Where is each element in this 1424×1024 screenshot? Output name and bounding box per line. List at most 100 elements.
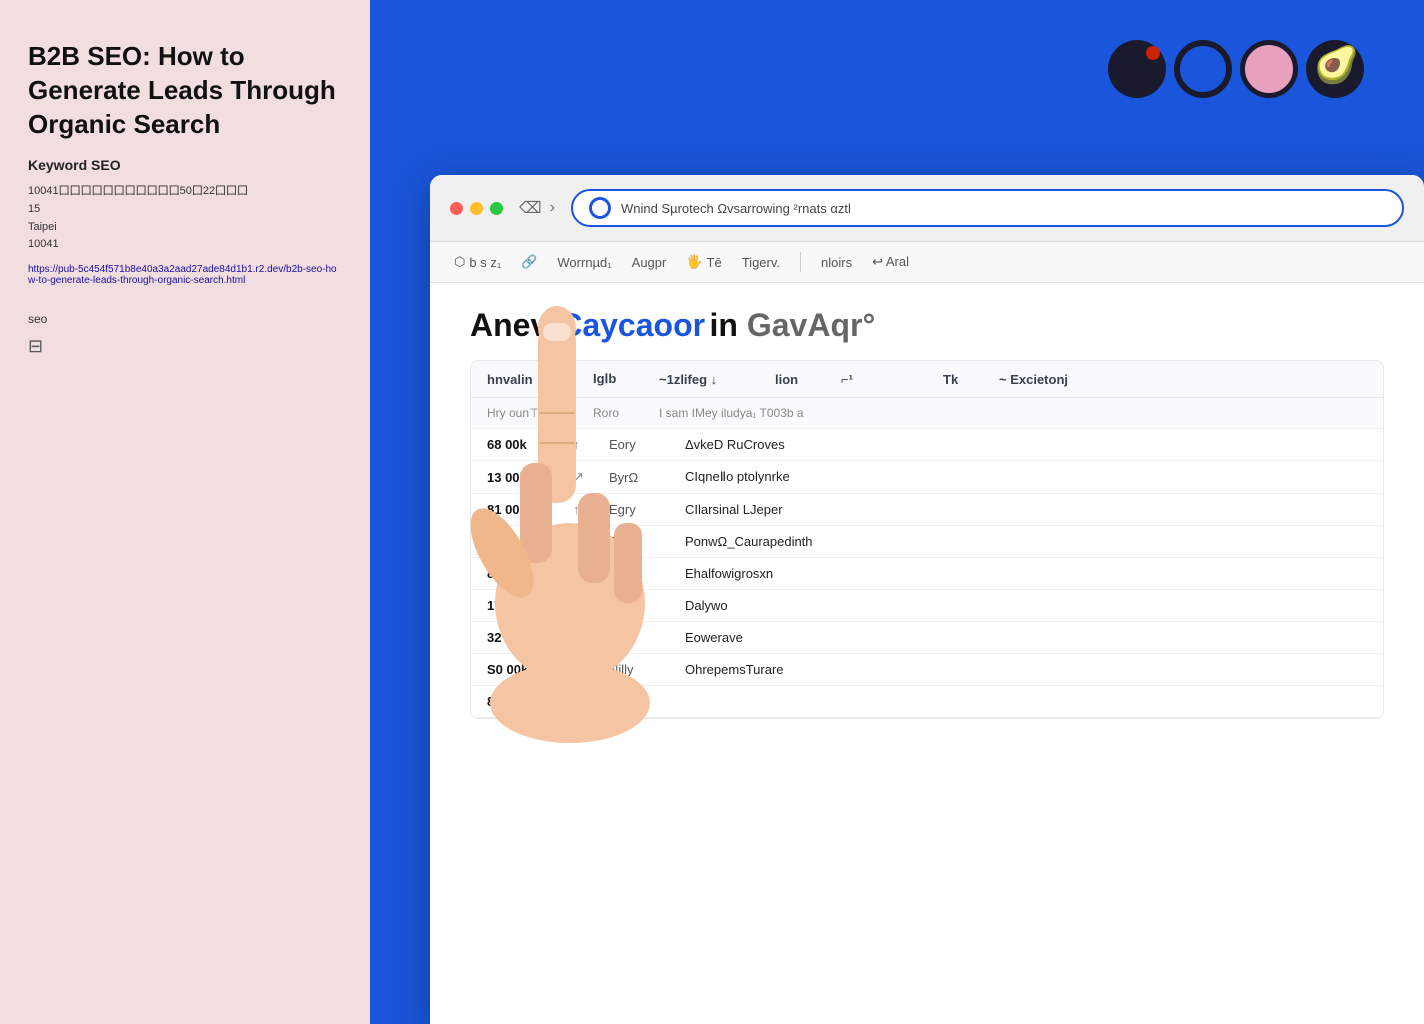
td-num: 32 00k [487,630,557,645]
tl-red[interactable] [450,202,463,215]
table-subheader: Hry oun⊤ Roro I sam IMey iludya₁ T003b a [471,398,1383,429]
browser-toolbar: ⬡ b s z₁ 🔗 Worrnµd₁ Augpr 🖐 Tē Tigerv. n… [430,242,1424,283]
toolbar-label-tiger: Tigerv. [742,255,780,270]
td-desc: CIlarsinal LJeper [685,502,1367,517]
toolbar-item-te[interactable]: 🖐 Tē [686,254,721,270]
table-row: 80 00k ↑ ByIg PonwΩ_Caurapedinth [471,526,1383,558]
th-hnvalin: hnvalin [487,372,577,387]
th-igtb: IgⅠb [593,371,643,387]
sidebar-url[interactable]: https://pub-5c454f571b8e40a3a2aad27ade84… [28,264,342,286]
toolbar-item-augpr[interactable]: Augpr [632,255,667,270]
toolbar-item-aral[interactable]: ↩ Aral [872,254,909,270]
browser-content: Anev. Caycaoor in GavAqr° hnvalin IgⅠb ~… [430,283,1424,743]
td-name: RyIg [609,598,669,613]
td-num: 13 00k [487,470,557,485]
subh-3: I sam IMey iludya₁ T003b a [659,406,1367,420]
td-arrow: ↑ [573,502,593,517]
main-area: 🥑 ⌫ › Wnind Sµrotech Ωvsarrowing ²rnats … [370,0,1424,1024]
sidebar-tag-icon: ⊟ [28,336,342,357]
toolbar-icon-2: 🔗 [521,254,537,270]
heading-end: GavAqr° [747,307,875,343]
sidebar-title: B2B SEO: How to Generate Leads Through O… [28,40,342,141]
tl-green[interactable] [490,202,503,215]
heading-main: Caycaoor [559,307,705,343]
td-desc: Ehalfowigrosxn [685,566,1367,581]
td-arrow: ↑ [573,630,593,645]
table-row: 68 00k ↑ Eory ΔvkeD RuCroves [471,429,1383,461]
avocado-icon: 🥑 [1314,44,1359,86]
td-num: 82 00k [487,566,557,581]
td-arrow: ↑ [573,598,593,613]
th-lion: lion [775,372,825,387]
data-table: hnvalin IgⅠb ~1zlifeg ↓ lion ⌐¹ Tk ~ Exc… [470,360,1384,719]
td-desc: Dalywo [685,598,1367,613]
page-heading-area: Anev. Caycaoor in GavAqr° [470,307,1384,344]
td-name: Nilly [609,662,669,677]
address-circle-icon [589,197,611,219]
td-num: 17 00k [487,598,557,613]
td-arrow: ↑ [573,694,593,709]
address-text: Wnind Sµrotech Ωvsarrowing ²rnats αztl [621,201,1386,216]
table-row: 82 00k ↑ Bury Ehalfowigrosxn [471,558,1383,590]
toolbar-label-augpr: Augpr [632,255,667,270]
browser-window: ⌫ › Wnind Sµrotech Ωvsarrowing ²rnats αz… [430,175,1424,1024]
toolbar-icon-1: ⬡ [454,254,465,270]
toolbar-label-te: Tē [707,255,722,270]
td-num: 8F 00k [487,694,557,709]
td-num: 81 00k [487,502,557,517]
nav-forward-icon[interactable]: › [550,199,555,217]
toolbar-item-tiger[interactable]: Tigerv. [742,255,780,270]
toolbar-item-worm[interactable]: Worrnµd₁ [557,255,611,270]
td-desc: ΔvkeD RuCroves [685,437,1367,452]
browser-chrome: ⌫ › Wnind Sµrotech Ωvsarrowing ²rnats αz… [430,175,1424,242]
table-row: 17 00k ↑ RyIg Dalywo [471,590,1383,622]
toolbar-item-nloirs[interactable]: nloirs [821,255,852,270]
sidebar-keyword: Keyword SEO [28,157,342,173]
th-excietonj: ~ Excietonj [999,372,1367,387]
td-desc: CIqneⅡo ptolynrke [685,469,1367,485]
td-arrow: ↑ [573,437,593,452]
table-row: 32 00k ↑ Bory Eowerave [471,622,1383,654]
subh-1: Hry oun⊤ [487,406,577,420]
td-arrow: ↑ [573,534,593,549]
heading-prefix: Anev. [470,307,555,343]
sidebar-meta: 10041囗囗囗囗囗囗囗囗囗囗囗50囗22囗囗囗 15 Taipei 10041 [28,183,342,253]
traffic-lights [450,202,503,215]
toolbar-label-aral: ↩ Aral [872,254,909,270]
nav-back-icon[interactable]: ⌫ [519,198,542,218]
tl-yellow[interactable] [470,202,483,215]
browser-nav: ⌫ › [519,198,555,218]
td-name: Bury [609,566,669,581]
td-num: 68 00k [487,437,557,452]
th-zlifeg: ~1zlifeg ↓ [659,372,759,387]
toolbar-item-1[interactable]: ⬡ b s z₁ [454,254,501,270]
table-header: hnvalin IgⅠb ~1zlifeg ↓ lion ⌐¹ Tk ~ Exc… [471,361,1383,398]
td-arrow: ↑ [573,662,593,677]
table-row: S0 00k ↑ Nilly OhrepemsTurare [471,654,1383,686]
td-name: Egry [609,502,669,517]
circle-pink [1240,40,1298,98]
toolbar-label-1: b s z₁ [469,255,501,270]
td-name: Eory [609,437,669,452]
address-bar[interactable]: Wnind Sµrotech Ωvsarrowing ²rnats αztl [571,189,1404,227]
circle-dark-1 [1108,40,1166,98]
table-row: 13 00k ↗ ByrΩ CIqneⅡo ptolynrke [471,461,1383,494]
sidebar: B2B SEO: How to Generate Leads Through O… [0,0,370,1024]
top-decoration: 🥑 [1108,40,1364,98]
td-desc: OhrepemsTurare [685,662,1367,677]
td-desc: PonwΩ_Caurapedinth [685,534,1367,549]
circle-dark-2: 🥑 [1306,40,1364,98]
subh-2: Roro [593,406,643,420]
circle-blue-outline [1174,40,1232,98]
td-num: 80 00k [487,534,557,549]
td-arrow: ↑ [573,566,593,581]
table-row: 81 00k ↑ Egry CIlarsinal LJeper [471,494,1383,526]
th-tk: Tk [943,372,983,387]
heading-suffix: in [710,307,747,343]
td-num: S0 00k [487,662,557,677]
toolbar-item-2[interactable]: 🔗 [521,254,537,270]
td-name: ByIg [609,534,669,549]
sidebar-tag: seo [28,312,342,326]
td-name: Bory [609,630,669,645]
table-row: 8F 00k ↑ [471,686,1383,718]
